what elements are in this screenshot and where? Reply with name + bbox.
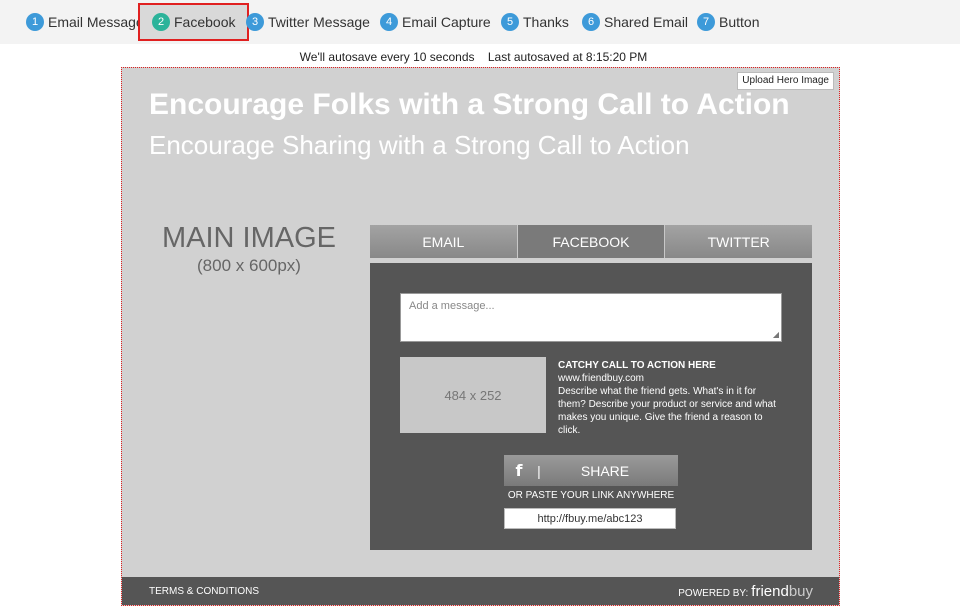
step-button[interactable]: 7 Button	[697, 11, 759, 33]
step-email-capture[interactable]: 4 Email Capture	[380, 11, 491, 33]
template-canvas: Upload Hero Image Encourage Folks with a…	[121, 67, 840, 606]
share-image-placeholder[interactable]: 484 x 252	[400, 357, 546, 433]
friendbuy-logo: friendbuy	[751, 583, 813, 600]
hero-title[interactable]: Encourage Folks with a Strong Call to Ac…	[149, 88, 790, 122]
step-shared-email[interactable]: 6 Shared Email	[582, 11, 688, 33]
tab-facebook[interactable]: FACEBOOK	[517, 225, 666, 258]
logo-part-a: friend	[751, 582, 789, 600]
template-footer: TERMS & CONDITIONS POWERED BY: friendbuy	[122, 577, 839, 605]
step-label: Shared Email	[604, 14, 689, 30]
powered-by: POWERED BY: friendbuy	[678, 583, 813, 600]
autosave-last: Last autosaved at 8:15:20 PM	[487, 50, 648, 64]
paste-link-label: OR PASTE YOUR LINK ANYWHERE	[507, 490, 675, 501]
share-description: CATCHY CALL TO ACTION HERE www.friendbuy…	[558, 359, 783, 437]
autosave-status: We'll autosave every 10 seconds Last aut…	[0, 50, 947, 64]
facebook-icon: f	[515, 461, 523, 480]
share-channel-tabs: EMAIL FACEBOOK TWITTER	[370, 225, 813, 258]
main-image-label: MAIN IMAGE	[161, 222, 336, 254]
step-number-badge: 4	[380, 13, 398, 31]
step-number-badge: 2	[152, 13, 170, 31]
main-image-placeholder[interactable]: MAIN IMAGE (800 x 600px)	[134, 222, 364, 276]
message-placeholder: Add a message...	[409, 300, 495, 312]
autosave-interval: We'll autosave every 10 seconds	[299, 50, 475, 64]
logo-part-b: buy	[788, 582, 813, 600]
step-number-badge: 6	[582, 13, 600, 31]
step-thanks[interactable]: 5 Thanks	[501, 11, 569, 33]
share-label: SHARE	[580, 462, 630, 479]
step-label: Email Message	[48, 14, 144, 30]
step-label: Button	[719, 14, 760, 30]
step-label: Facebook	[174, 14, 236, 30]
step-number-badge: 5	[501, 13, 519, 31]
step-facebook[interactable]: 2 Facebook	[138, 3, 250, 41]
cta-heading: CATCHY CALL TO ACTION HERE	[558, 360, 716, 371]
step-label: Twitter Message	[268, 14, 370, 30]
step-twitter-message[interactable]: 3 Twitter Message	[246, 11, 370, 33]
share-description-text: Describe what the friend gets. What's in…	[558, 386, 776, 436]
step-email-message[interactable]: 1 Email Message	[26, 11, 144, 33]
share-url: www.friendbuy.com	[558, 373, 644, 384]
share-link-field[interactable]: http://fbuy.me/abc123	[504, 508, 676, 529]
separator: |	[537, 462, 541, 479]
main-image-size: (800 x 600px)	[197, 256, 301, 275]
step-number-badge: 7	[697, 13, 715, 31]
step-bar: 1 Email Message 2 Facebook 3 Twitter Mes…	[0, 0, 960, 44]
facebook-share-button[interactable]: f | SHARE	[504, 455, 678, 486]
tab-twitter[interactable]: TWITTER	[665, 225, 813, 258]
step-number-badge: 1	[26, 13, 44, 31]
terms-link[interactable]: TERMS & CONDITIONS	[149, 586, 259, 597]
step-number-badge: 3	[246, 13, 264, 31]
step-label: Email Capture	[402, 14, 491, 30]
hero-subtitle[interactable]: Encourage Sharing with a Strong Call to …	[149, 130, 690, 161]
facebook-share-panel: Add a message... ◢ 484 x 252 CATCHY CALL…	[370, 263, 812, 550]
powered-by-label: POWERED BY:	[678, 587, 749, 599]
resize-grip-icon[interactable]: ◢	[773, 330, 779, 339]
message-input[interactable]: Add a message... ◢	[400, 293, 782, 342]
tab-email[interactable]: EMAIL	[370, 225, 518, 258]
step-label: Thanks	[523, 14, 569, 30]
